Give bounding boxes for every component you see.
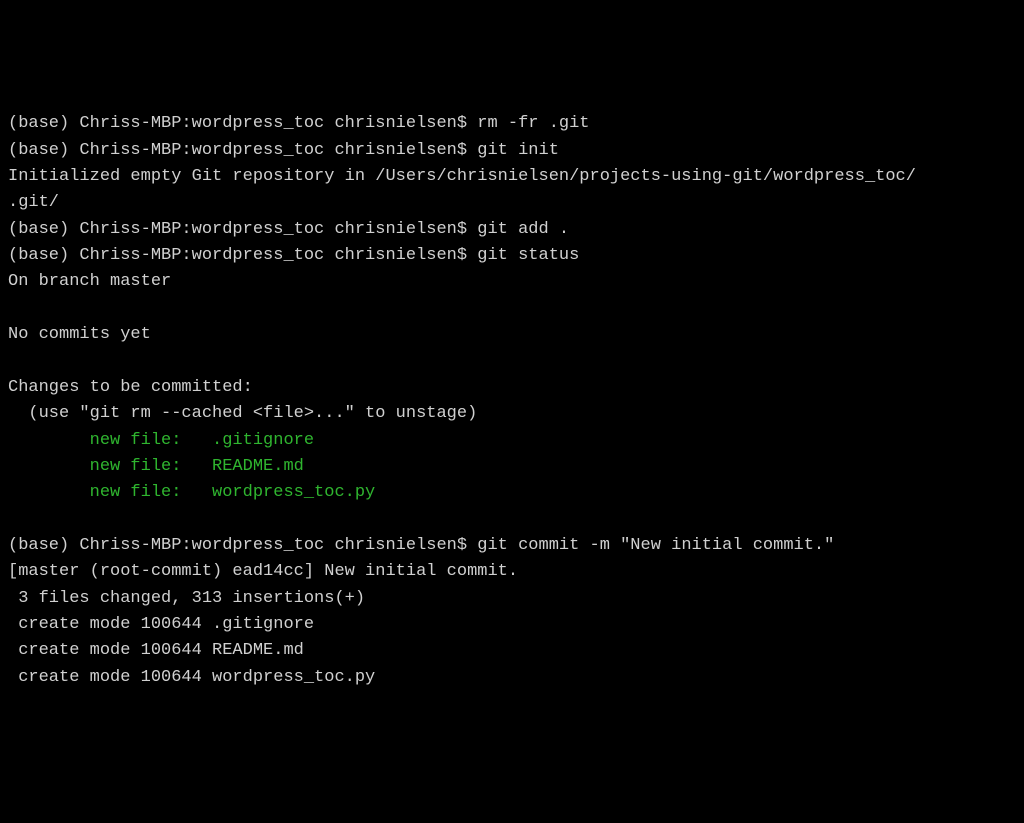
shell-output: create mode 100644 wordpress_toc.py: [8, 668, 375, 687]
staged-file-line: new file: .gitignore: [8, 431, 314, 450]
terminal-line: 3 files changed, 313 insertions(+): [8, 586, 1016, 612]
shell-command: git status: [477, 246, 579, 265]
shell-output: [8, 510, 18, 529]
shell-output: [8, 299, 18, 318]
shell-prompt: (base) Chriss-MBP:wordpress_toc chrisnie…: [8, 220, 477, 239]
terminal-line: (base) Chriss-MBP:wordpress_toc chrisnie…: [8, 138, 1016, 164]
terminal-line: No commits yet: [8, 322, 1016, 348]
terminal-line: create mode 100644 .gitignore: [8, 612, 1016, 638]
staged-file-line: new file: README.md: [8, 457, 304, 476]
shell-output: Changes to be committed:: [8, 378, 253, 397]
shell-command: git init: [477, 141, 559, 160]
terminal-line: Initialized empty Git repository in /Use…: [8, 164, 1016, 190]
terminal-line: .git/: [8, 190, 1016, 216]
staged-file-line: new file: wordpress_toc.py: [8, 483, 375, 502]
shell-output: 3 files changed, 313 insertions(+): [8, 589, 365, 608]
shell-prompt: (base) Chriss-MBP:wordpress_toc chrisnie…: [8, 246, 477, 265]
terminal-line: (base) Chriss-MBP:wordpress_toc chrisnie…: [8, 111, 1016, 137]
shell-prompt: (base) Chriss-MBP:wordpress_toc chrisnie…: [8, 141, 477, 160]
terminal-line: [8, 348, 1016, 374]
terminal-line: [master (root-commit) ead14cc] New initi…: [8, 559, 1016, 585]
terminal-line: new file: wordpress_toc.py: [8, 480, 1016, 506]
shell-output: (use "git rm --cached <file>..." to unst…: [8, 404, 477, 423]
shell-output: No commits yet: [8, 325, 151, 344]
terminal-line: On branch master: [8, 269, 1016, 295]
shell-command: git add .: [477, 220, 569, 239]
shell-prompt: (base) Chriss-MBP:wordpress_toc chrisnie…: [8, 114, 477, 133]
shell-command: git commit -m "New initial commit.": [477, 536, 834, 555]
terminal-line: (base) Chriss-MBP:wordpress_toc chrisnie…: [8, 243, 1016, 269]
shell-output: .git/: [8, 193, 59, 212]
terminal-line: (base) Chriss-MBP:wordpress_toc chrisnie…: [8, 217, 1016, 243]
terminal-line: Changes to be committed:: [8, 375, 1016, 401]
shell-output: create mode 100644 README.md: [8, 641, 304, 660]
terminal-line: create mode 100644 wordpress_toc.py: [8, 665, 1016, 691]
shell-command: rm -fr .git: [477, 114, 589, 133]
terminal-line: (base) Chriss-MBP:wordpress_toc chrisnie…: [8, 533, 1016, 559]
terminal-window[interactable]: (base) Chriss-MBP:wordpress_toc chrisnie…: [8, 111, 1016, 691]
shell-prompt: (base) Chriss-MBP:wordpress_toc chrisnie…: [8, 536, 477, 555]
shell-output: On branch master: [8, 272, 171, 291]
terminal-line: [8, 296, 1016, 322]
terminal-line: new file: .gitignore: [8, 428, 1016, 454]
shell-output: [master (root-commit) ead14cc] New initi…: [8, 562, 518, 581]
terminal-line: new file: README.md: [8, 454, 1016, 480]
shell-output: [8, 351, 18, 370]
terminal-line: (use "git rm --cached <file>..." to unst…: [8, 401, 1016, 427]
terminal-line: [8, 507, 1016, 533]
shell-output: create mode 100644 .gitignore: [8, 615, 314, 634]
shell-output: Initialized empty Git repository in /Use…: [8, 167, 916, 186]
terminal-line: create mode 100644 README.md: [8, 638, 1016, 664]
